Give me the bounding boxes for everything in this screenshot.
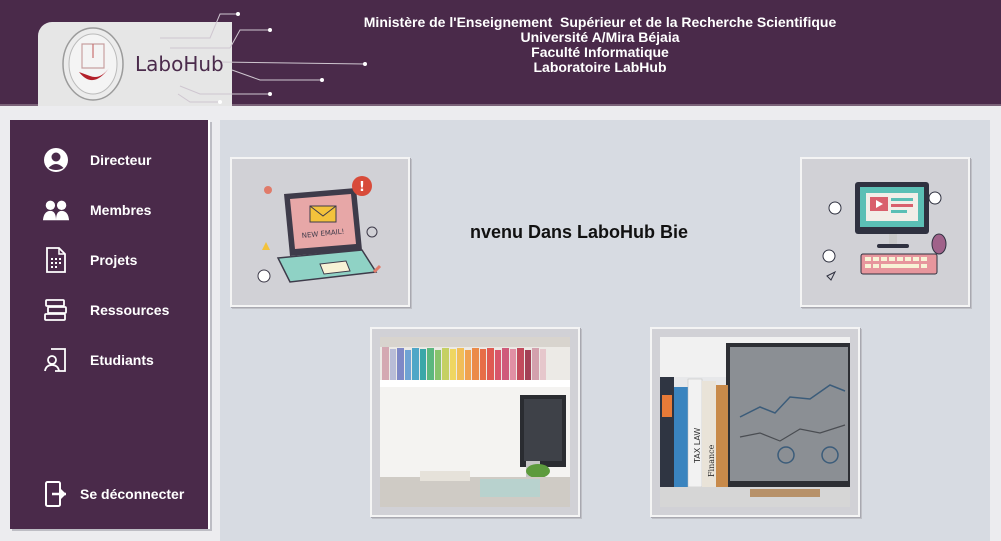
desktop-computer-card (800, 157, 970, 307)
email-laptop-illustration: NEW EMAIL! ! (257, 176, 382, 283)
sidebar-item-directeur[interactable]: Directeur (10, 142, 208, 178)
brand-logo-text: LaboHub (135, 52, 224, 76)
sidebar-item-membres[interactable]: Membres (10, 192, 208, 228)
sidebar-item-ressources[interactable]: Ressources (10, 292, 208, 328)
svg-text:Finance: Finance (707, 444, 716, 477)
bookshelf-desk-card (370, 327, 580, 517)
bookshelf-desk-photo (380, 337, 570, 507)
document-icon (42, 246, 70, 274)
sidebar-item-label: Directeur (90, 152, 152, 168)
faculty-line: Faculté Informatique (531, 44, 669, 60)
books-icon (42, 296, 70, 324)
desktop-computer-illustration (822, 182, 947, 281)
sidebar-item-label: Membres (90, 202, 152, 218)
sidebar: Directeur Membres Projets Ressources Etu… (10, 120, 210, 529)
logout-button[interactable]: Se déconnecter (10, 476, 208, 512)
laboratory-line: Laboratoire LabHub (533, 59, 667, 75)
university-seal-logo (62, 27, 124, 101)
sidebar-item-label: Projets (90, 252, 138, 268)
sidebar-item-label: Etudiants (90, 352, 154, 368)
sidebar-item-projets[interactable]: Projets (10, 242, 208, 278)
binders-monitor-card: TAX LAW Finance (650, 327, 860, 517)
ministry-line: Ministère de l'Enseignement Supérieur et… (363, 14, 837, 30)
logout-label: Se déconnecter (80, 486, 185, 502)
users-icon (42, 196, 70, 224)
institution-title: Ministère de l'Enseignement Supérieur et… (300, 15, 900, 75)
svg-text:!: ! (359, 180, 365, 195)
welcome-message: nvenu Dans LaboHub Bie (470, 222, 689, 242)
svg-text:TAX LAW: TAX LAW (693, 428, 702, 464)
binders-monitor-photo: TAX LAW Finance (660, 337, 850, 507)
student-icon (42, 346, 70, 374)
university-line: Université A/Mira Béjaia (520, 29, 680, 45)
header-banner: LaboHub Ministère de l'Enseignement Supé… (0, 0, 1001, 106)
app-page: LaboHub Ministère de l'Enseignement Supé… (0, 0, 1001, 541)
user-circle-icon (42, 146, 70, 174)
email-laptop-card: NEW EMAIL! ! (230, 157, 410, 307)
logout-icon (42, 480, 70, 508)
sidebar-item-etudiants[interactable]: Etudiants (10, 342, 208, 378)
sidebar-item-label: Ressources (90, 302, 170, 318)
